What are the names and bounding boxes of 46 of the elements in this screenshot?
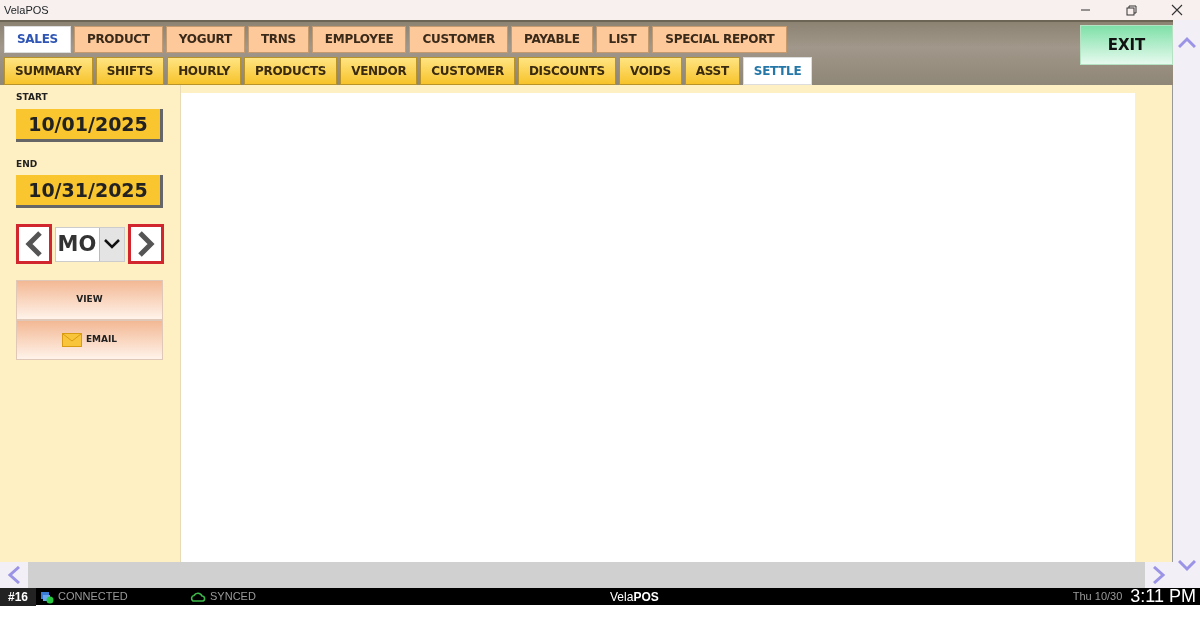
envelope-icon: [61, 333, 82, 347]
next-button[interactable]: [128, 224, 164, 264]
restore-icon[interactable]: [1123, 4, 1139, 16]
nav-tab[interactable]: SALES: [4, 26, 71, 53]
view-button[interactable]: VIEW: [16, 280, 163, 320]
report-tab[interactable]: SETTLE: [742, 57, 813, 85]
period-select[interactable]: MO: [54, 226, 126, 262]
report-tab[interactable]: VOIDS: [618, 57, 682, 85]
exit-button[interactable]: EXIT: [1080, 25, 1173, 65]
nav-tab[interactable]: EMPLOYEE: [311, 26, 407, 53]
scroll-right-icon[interactable]: [1152, 566, 1166, 585]
connection-status: CONNECTED: [58, 589, 128, 605]
nav-tab[interactable]: SPECIAL REPORT: [652, 26, 788, 53]
brand-name: VelaPOS: [610, 588, 659, 606]
report-tab[interactable]: HOURLY: [167, 57, 242, 85]
sync-status: SYNCED: [210, 589, 256, 605]
end-label: END: [16, 157, 39, 171]
report-tab[interactable]: ASST: [684, 57, 740, 85]
report-tab[interactable]: PRODUCTS: [244, 57, 338, 85]
nav-tab[interactable]: TRNS: [247, 26, 309, 53]
nav-tab[interactable]: PRODUCT: [73, 26, 163, 53]
chevron-right-icon: [137, 231, 156, 257]
report-tab[interactable]: VENDOR: [340, 57, 418, 85]
start-date-button[interactable]: 10/01/2025: [16, 108, 163, 142]
nav-tab[interactable]: PAYABLE: [511, 26, 593, 53]
window-title: VelaPOS: [3, 2, 50, 18]
start-label: START: [16, 91, 49, 104]
status-time: 3:11 PM: [1130, 588, 1196, 605]
nav-tab[interactable]: LIST: [595, 26, 650, 53]
nav-tab[interactable]: CUSTOMER: [409, 26, 509, 53]
report-tab[interactable]: CUSTOMER: [420, 57, 515, 85]
chevron-left-icon: [24, 231, 43, 257]
end-date-button[interactable]: 10/31/2025: [16, 175, 163, 208]
email-button[interactable]: EMAIL: [16, 320, 163, 360]
scroll-left-icon[interactable]: [7, 566, 21, 585]
previous-button[interactable]: [16, 224, 52, 264]
report-tab[interactable]: DISCOUNTS: [517, 57, 616, 85]
close-icon[interactable]: [1169, 4, 1185, 16]
network-icon: [40, 589, 55, 604]
report-tab[interactable]: SHIFTS: [95, 57, 165, 85]
scroll-up-icon[interactable]: [1177, 36, 1196, 48]
nav-tab[interactable]: YOGURT: [165, 26, 245, 53]
report-tab[interactable]: SUMMARY: [4, 57, 93, 85]
cloud-icon: [190, 591, 207, 602]
status-date: Thu 10/30: [1072, 589, 1123, 605]
scroll-down-icon[interactable]: [1177, 560, 1196, 572]
